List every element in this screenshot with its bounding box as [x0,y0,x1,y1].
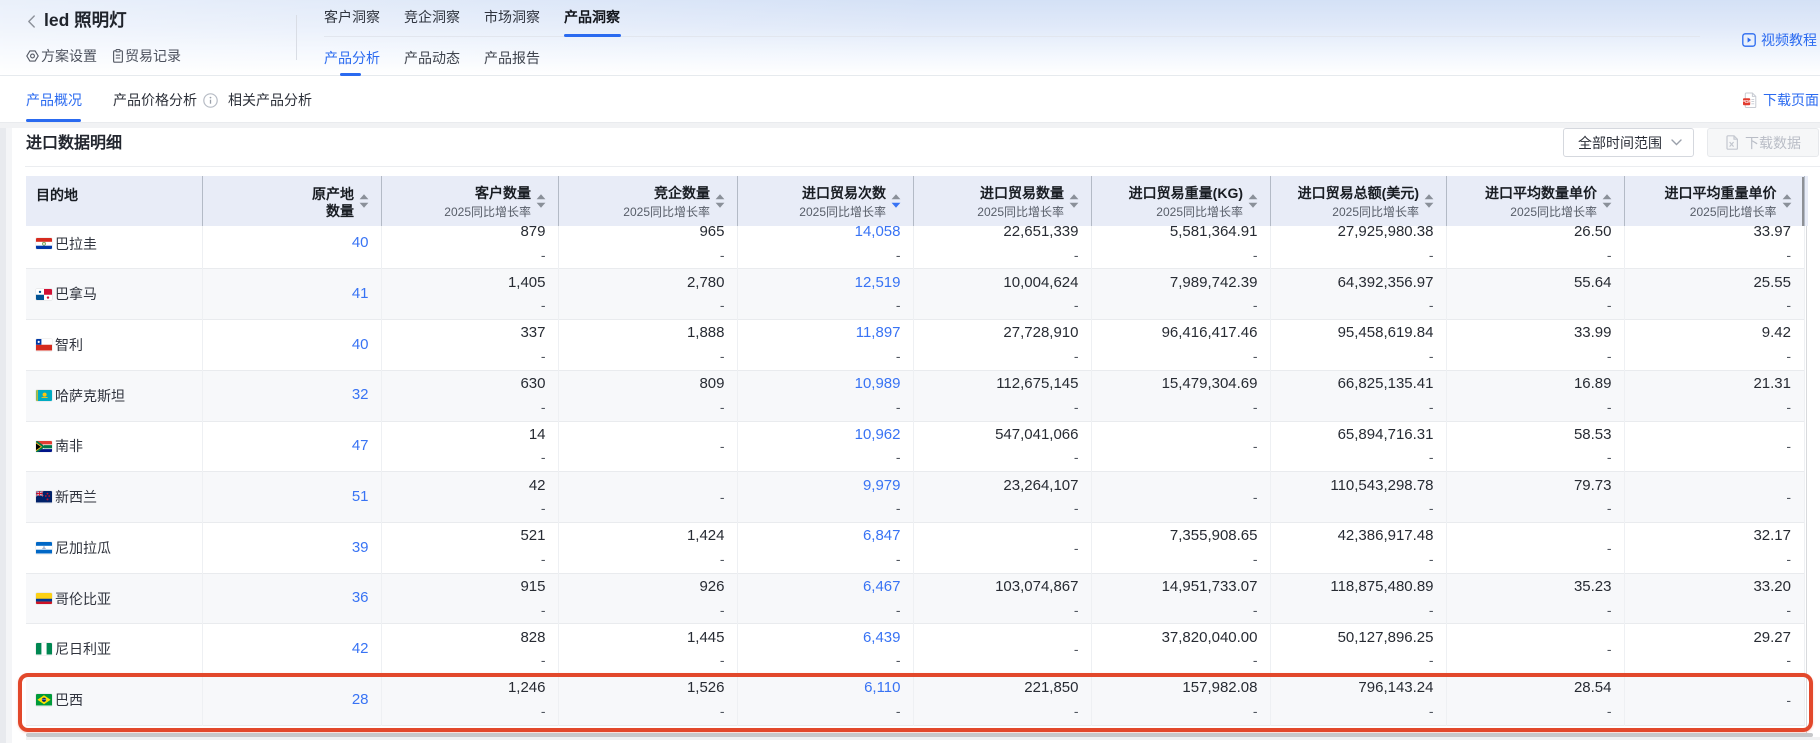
svg-text:PDF: PDF [1742,99,1751,104]
